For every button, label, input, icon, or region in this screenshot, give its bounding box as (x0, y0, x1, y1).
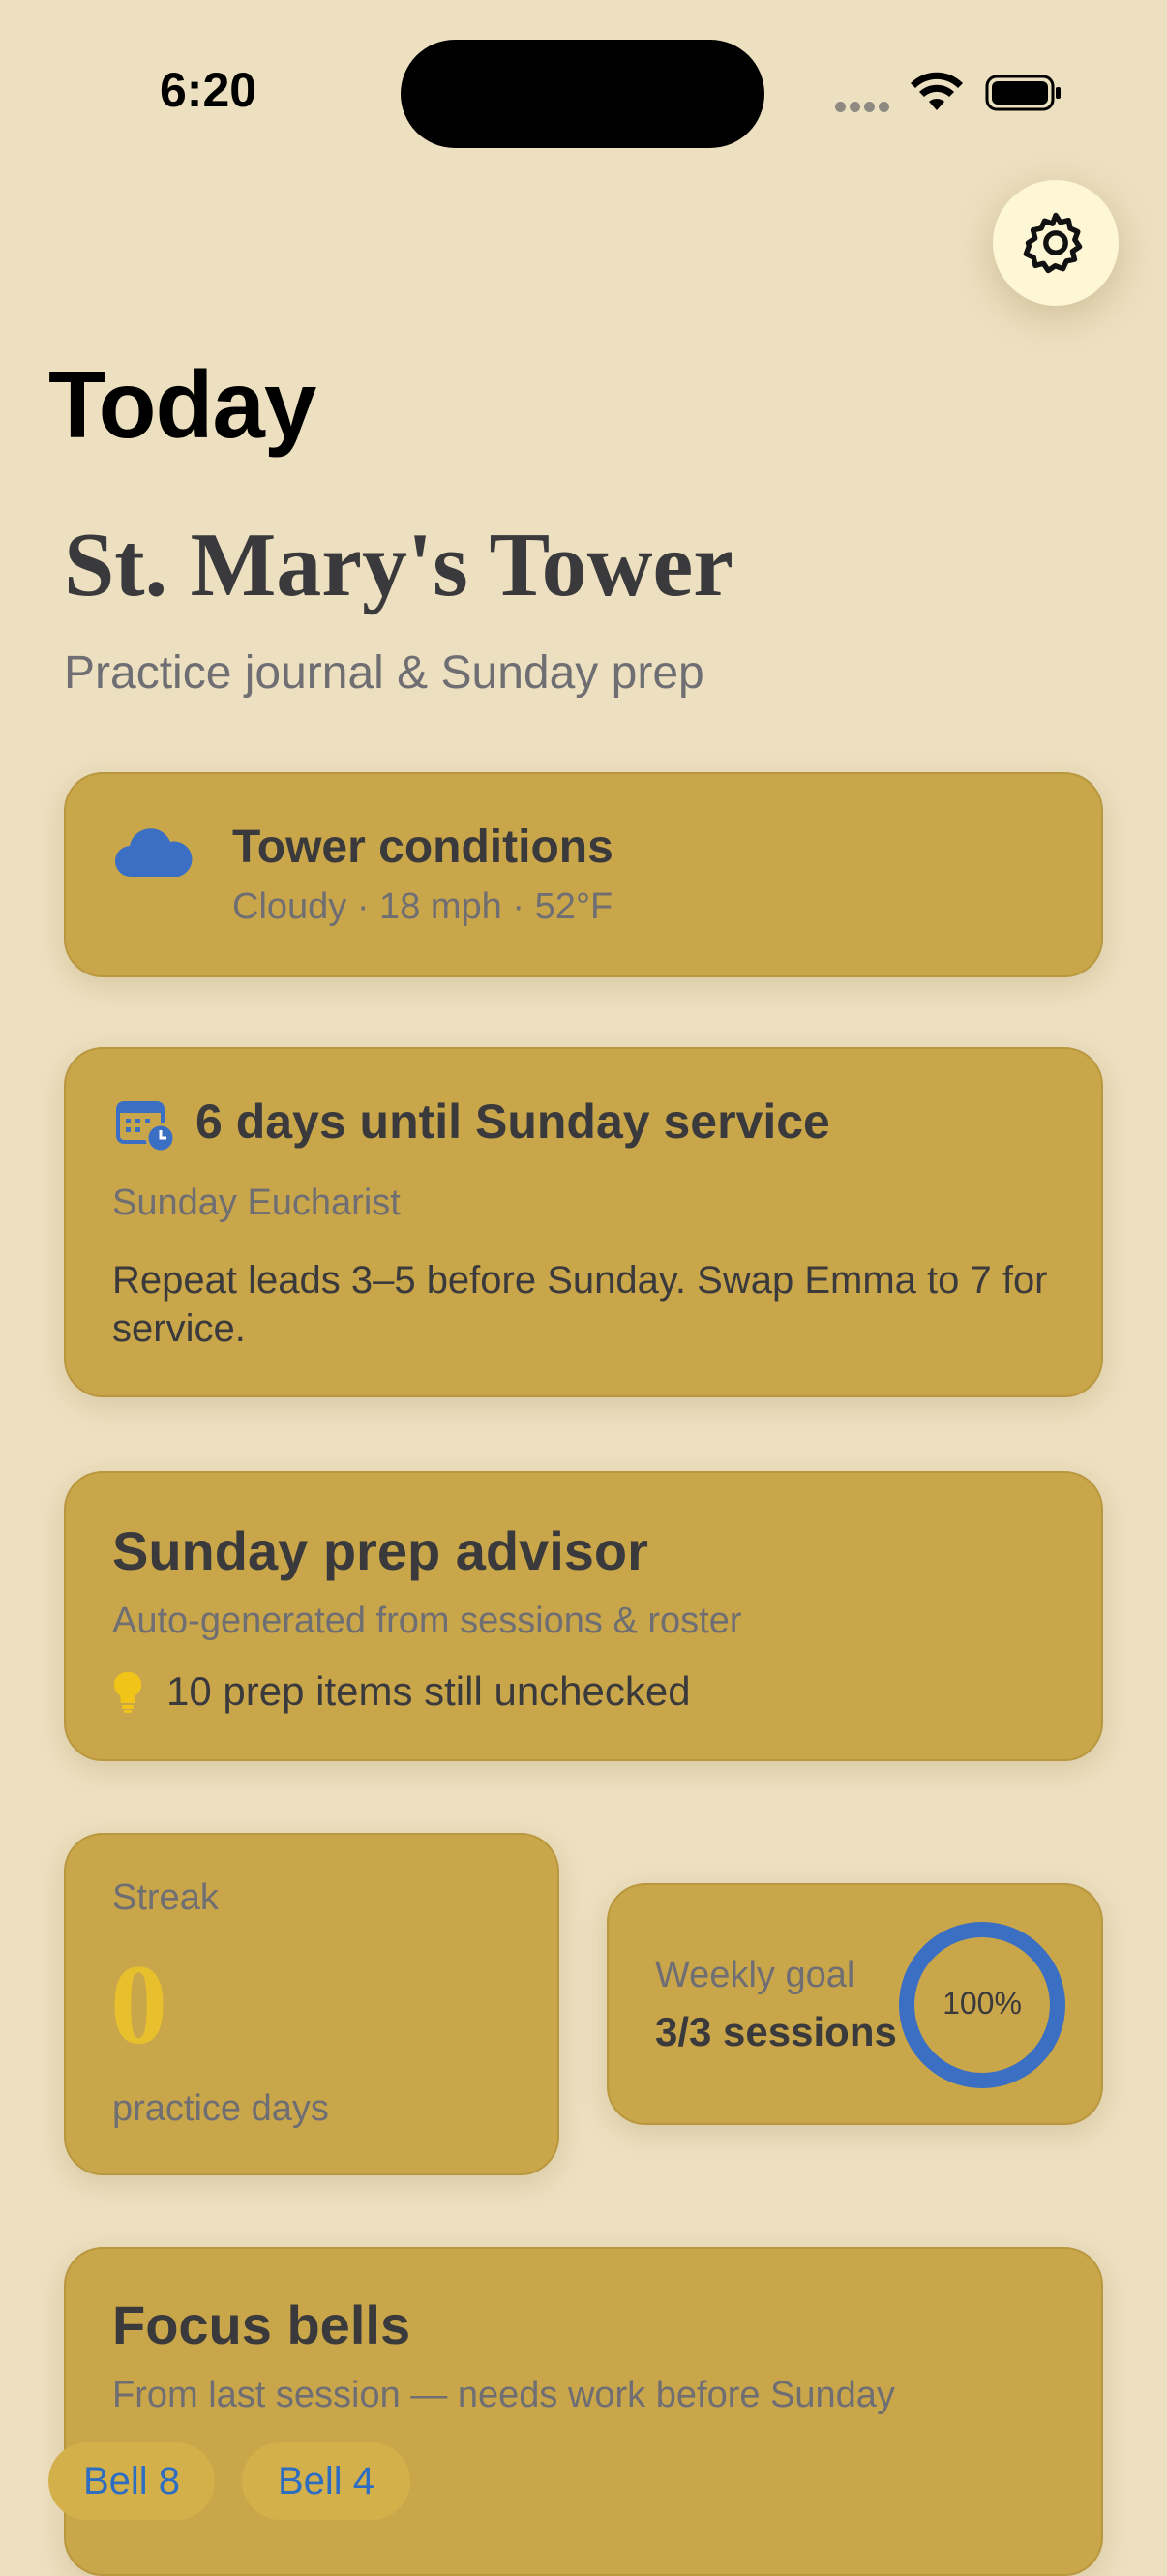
weekly-goal-percent: 100% (943, 1986, 1022, 2021)
lightbulb-icon (113, 1671, 142, 1713)
gear-icon (1023, 212, 1083, 274)
settings-button[interactable] (993, 180, 1119, 306)
tower-subtitle: Practice journal & Sunday prep (64, 647, 704, 699)
calendar-clock-icon (116, 1101, 176, 1153)
sunday-prep-advisor-card[interactable]: Sunday prep advisor Auto-generated from … (64, 1471, 1103, 1761)
advisor-source: Auto-generated from sessions & roster (112, 1601, 742, 1641)
focus-bell-chip[interactable]: Bell 4 (242, 2442, 410, 2520)
conditions-title: Tower conditions (232, 822, 613, 873)
focus-bells-subtitle: From last session — needs work before Su… (112, 2375, 895, 2415)
dynamic-island (401, 40, 764, 148)
streak-label: Streak (112, 1877, 219, 1918)
focus-bell-chip[interactable]: Bell 8 (48, 2442, 215, 2520)
cellular-signal-icon (835, 100, 895, 113)
cloud-icon (114, 828, 193, 878)
focus-bells-title: Focus bells (112, 2294, 411, 2355)
weekly-goal-sessions: 3/3 sessions (655, 2009, 897, 2054)
tower-conditions-card[interactable]: Tower conditions Cloudy · 18 mph · 52°F (64, 772, 1103, 977)
service-name: Sunday Eucharist (112, 1183, 401, 1223)
streak-unit: practice days (112, 2088, 329, 2129)
wifi-icon (911, 72, 963, 110)
page-title: Today (48, 351, 316, 458)
advisor-tip: 10 prep items still unchecked (166, 1668, 691, 1714)
advisor-title: Sunday prep advisor (112, 1520, 648, 1581)
service-note: Repeat leads 3–5 before Sunday. Swap Emm… (112, 1259, 1048, 1350)
service-countdown: 6 days until Sunday service (195, 1094, 830, 1149)
streak-value: 0 (110, 1941, 167, 2068)
weekly-goal-card[interactable]: Weekly goal 3/3 sessions 100% (607, 1883, 1103, 2125)
battery-icon (985, 75, 1061, 111)
tower-name: St. Mary's Tower (64, 515, 733, 615)
weekly-goal-label: Weekly goal (655, 1955, 855, 1995)
status-time: 6:20 (160, 63, 257, 117)
conditions-detail: Cloudy · 18 mph · 52°F (232, 886, 613, 927)
focus-bells-card[interactable]: Focus bells From last session — needs wo… (64, 2247, 1103, 2576)
streak-card[interactable]: Streak 0 practice days (64, 1833, 559, 2175)
sunday-service-card[interactable]: 6 days until Sunday service Sunday Eucha… (64, 1047, 1103, 1397)
